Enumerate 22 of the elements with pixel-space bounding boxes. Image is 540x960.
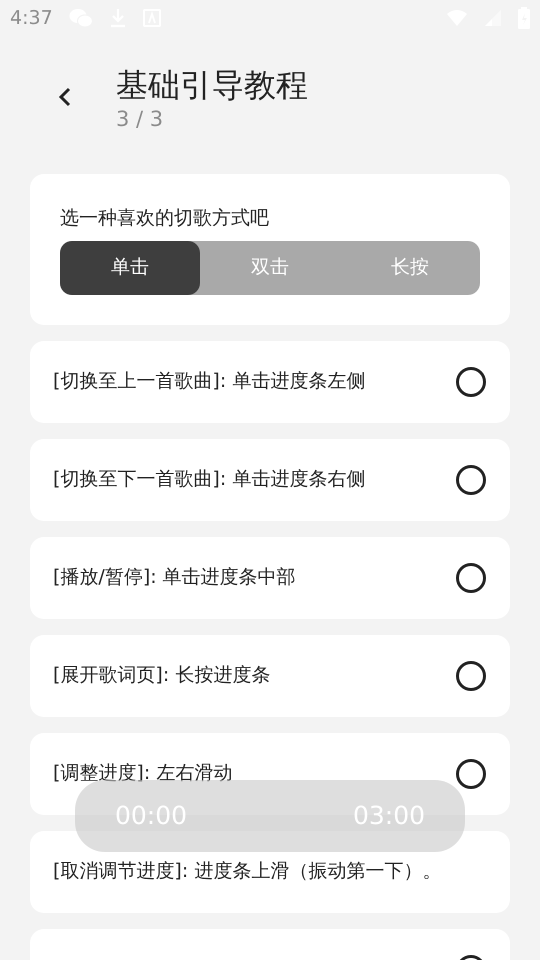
prompt-text: 选一种喜欢的切歌方式吧 [60, 206, 270, 231]
radio-button[interactable] [456, 562, 486, 592]
gesture-item[interactable]: [展开歌词页]: 长按进度条 [30, 634, 510, 716]
gesture-item[interactable]: [播放/暂停]: 单击进度条中部 [30, 536, 510, 618]
status-time: 4:37 [10, 6, 53, 31]
step-counter: 3 / 3 [116, 106, 164, 134]
radio-button[interactable] [456, 660, 486, 690]
gesture-item[interactable]: [调整进度]: 左右滑动 [30, 732, 510, 814]
gesture-item[interactable]: [取消调节进度]: 进度条上滑（振动第一下）。 [30, 830, 510, 912]
radio-button[interactable] [456, 366, 486, 396]
gesture-text: [调整进度]: 左右滑动 [53, 761, 232, 786]
gesture-text: [切换至下一首歌曲]: 单击进度条右侧 [53, 467, 366, 492]
page-title: 基础引导教程 [116, 66, 308, 104]
mode-tab[interactable]: 单击 [60, 240, 200, 294]
gesture-item[interactable]: [切换至上一首歌曲]: 单击进度条左侧 [30, 340, 510, 422]
radio-button[interactable] [456, 464, 486, 494]
gesture-item[interactable]: [切换至下一首歌曲]: 单击进度条右侧 [30, 438, 510, 520]
gesture-text: [切换至上一首歌曲]: 单击进度条左侧 [53, 369, 366, 394]
gesture-text: [取消调节进度]: 进度条上滑（振动第一下）。 [53, 859, 442, 884]
gesture-text: [展开歌词页]: 长按进度条 [53, 663, 270, 688]
gesture-text: [播放/暂停]: 单击进度条中部 [53, 565, 296, 590]
radio-button[interactable] [456, 758, 486, 788]
